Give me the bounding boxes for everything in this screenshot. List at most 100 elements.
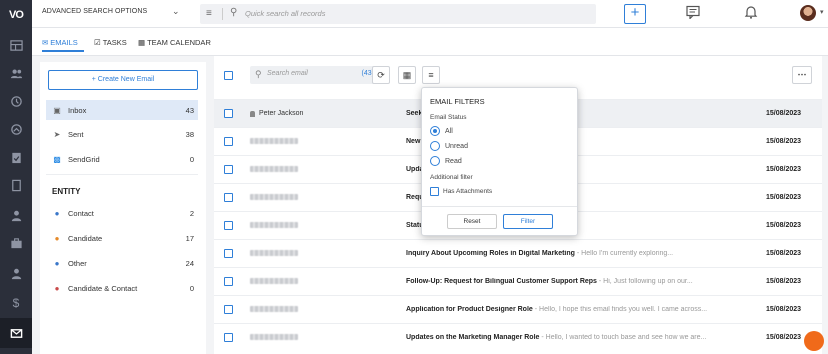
redacted-sender bbox=[250, 306, 298, 312]
tab-label: TASKS bbox=[102, 38, 127, 47]
refresh-icon: ⟳ bbox=[377, 69, 385, 80]
tab-tasks[interactable]: ☑ TASKS bbox=[94, 38, 127, 47]
rail-jobs[interactable] bbox=[0, 228, 32, 258]
email-subject-line: Follow-Up: Request for Bilingual Custome… bbox=[406, 278, 716, 285]
chat-icon[interactable] bbox=[686, 5, 700, 19]
clipboard-check-icon bbox=[11, 152, 21, 163]
entity-other[interactable]: ● Other 24 bbox=[46, 253, 198, 273]
filter-icon: ≡ bbox=[428, 70, 434, 80]
entity-contact[interactable]: ● Contact 2 bbox=[46, 203, 198, 223]
quick-search-input[interactable]: Quick search all records bbox=[245, 9, 325, 18]
tab-emails[interactable]: ✉ EMAILS bbox=[42, 38, 78, 47]
table-row[interactable]: Updates on the Marketing Manager Role - … bbox=[214, 323, 822, 351]
top-bar: ADVANCED SEARCH OPTIONS ⌄ ≡ ⚲ Quick sear… bbox=[32, 0, 828, 28]
tab-team-calendar[interactable]: ▦ TEAM CALENDAR bbox=[138, 38, 211, 47]
person-icon bbox=[250, 110, 255, 117]
rail-dollar[interactable]: $ bbox=[0, 288, 32, 318]
radio-unread[interactable]: Unread bbox=[430, 140, 570, 152]
folder-count: 38 bbox=[185, 129, 194, 139]
email-search[interactable]: ⚲ Search email (43) bbox=[250, 66, 380, 84]
create-new-email-button[interactable]: + Create New Email bbox=[48, 70, 198, 90]
folder-label: Inbox bbox=[68, 105, 87, 115]
entity-count: 17 bbox=[185, 233, 194, 243]
more-options-button[interactable]: ⋯ bbox=[792, 66, 812, 84]
dollar-clock-icon bbox=[10, 123, 22, 135]
email-subject: Seek bbox=[406, 110, 423, 117]
row-checkbox[interactable] bbox=[224, 193, 233, 202]
radio-button[interactable] bbox=[430, 126, 440, 136]
entity-count: 0 bbox=[189, 283, 194, 293]
rail-clipboard[interactable] bbox=[0, 142, 32, 172]
email-date: 15/08/2023 bbox=[766, 306, 802, 313]
radio-all[interactable]: All bbox=[430, 125, 570, 137]
email-sender: Peter Jackson bbox=[259, 110, 304, 117]
rail-email[interactable] bbox=[0, 318, 32, 348]
send-icon: ➤ bbox=[53, 129, 61, 139]
entity-label: Contact bbox=[68, 208, 94, 218]
divider bbox=[422, 206, 577, 207]
tab-bar: ✉ EMAILS ☑ TASKS ▦ TEAM CALENDAR bbox=[32, 28, 828, 56]
entity-candidate[interactable]: ● Candidate 17 bbox=[46, 228, 198, 248]
row-checkbox[interactable] bbox=[224, 109, 233, 118]
folder-count: 43 bbox=[185, 105, 194, 115]
entity-candidate-contact[interactable]: ● Candidate & Contact 0 bbox=[46, 278, 198, 298]
row-checkbox[interactable] bbox=[224, 249, 233, 258]
rail-people[interactable] bbox=[0, 58, 32, 88]
row-checkbox[interactable] bbox=[224, 305, 233, 314]
chevron-down-icon[interactable]: ▾ bbox=[820, 8, 824, 16]
row-checkbox[interactable] bbox=[224, 333, 233, 342]
rail-contacts[interactable] bbox=[0, 200, 32, 230]
redacted-sender bbox=[250, 278, 298, 284]
filter-apply-button[interactable]: Filter bbox=[503, 214, 553, 229]
email-date: 15/08/2023 bbox=[766, 334, 802, 341]
history-icon bbox=[10, 95, 22, 107]
table-row[interactable]: Follow-Up: Request for Bilingual Custome… bbox=[214, 267, 822, 295]
inbox-icon: ▣ bbox=[53, 105, 61, 115]
folder-inbox[interactable]: ▣ Inbox 43 bbox=[46, 100, 198, 120]
user-avatar[interactable] bbox=[800, 5, 816, 21]
person-icon: ● bbox=[54, 258, 60, 268]
divider bbox=[46, 174, 198, 175]
row-checkbox[interactable] bbox=[224, 165, 233, 174]
rail-candidates[interactable] bbox=[0, 258, 32, 288]
row-checkbox[interactable] bbox=[224, 137, 233, 146]
rail-dashboard[interactable] bbox=[0, 30, 32, 60]
add-button[interactable]: + bbox=[624, 4, 646, 24]
radio-button[interactable] bbox=[430, 141, 440, 151]
checkbox-label: Has Attachments bbox=[443, 188, 493, 195]
rail-history[interactable] bbox=[0, 86, 32, 116]
rail-finance[interactable] bbox=[0, 114, 32, 144]
app-logo[interactable]: VO bbox=[0, 0, 32, 30]
advanced-search-options[interactable]: ADVANCED SEARCH OPTIONS bbox=[42, 8, 147, 15]
filter-button[interactable]: ≡ bbox=[422, 66, 440, 84]
row-checkbox[interactable] bbox=[224, 221, 233, 230]
email-preview: - Hello, I wanted to touch base and see … bbox=[541, 334, 707, 341]
rail-documents[interactable] bbox=[0, 170, 32, 200]
select-all-checkbox[interactable] bbox=[224, 71, 233, 80]
checkbox[interactable] bbox=[430, 187, 439, 196]
email-date: 15/08/2023 bbox=[766, 138, 802, 145]
row-checkbox[interactable] bbox=[224, 277, 233, 286]
search-icon: ⚲ bbox=[255, 69, 262, 79]
email-subject: New bbox=[406, 138, 421, 145]
table-row[interactable]: Inquiry About Upcoming Roles in Digital … bbox=[214, 239, 822, 267]
email-subject-line: Inquiry About Upcoming Roles in Digital … bbox=[406, 250, 716, 257]
radio-read[interactable]: Read bbox=[430, 155, 570, 167]
table-row[interactable]: Application for Product Designer Role - … bbox=[214, 295, 822, 323]
email-search-input[interactable]: Search email bbox=[267, 70, 308, 77]
redacted-sender bbox=[250, 166, 298, 172]
radio-button[interactable] bbox=[430, 156, 440, 166]
reset-button[interactable]: Reset bbox=[447, 214, 497, 229]
bell-icon[interactable] bbox=[744, 5, 758, 19]
quick-search-box[interactable]: ≡ ⚲ Quick search all records bbox=[200, 4, 596, 24]
folder-sendgrid[interactable]: ▩ SendGrid 0 bbox=[46, 149, 198, 169]
calendar-icon: ▦ bbox=[138, 38, 146, 47]
chevron-down-icon[interactable]: ⌄ bbox=[172, 6, 180, 17]
email-date: 15/08/2023 bbox=[766, 166, 802, 173]
calendar-button[interactable]: ▦ bbox=[398, 66, 416, 84]
chat-launcher-button[interactable] bbox=[804, 331, 824, 351]
refresh-button[interactable]: ⟳ bbox=[372, 66, 390, 84]
has-attachments-checkbox[interactable]: Has Attachments bbox=[430, 187, 492, 196]
folder-sent[interactable]: ➤ Sent 38 bbox=[46, 124, 198, 144]
filter-lines-icon[interactable]: ≡ bbox=[206, 8, 212, 19]
